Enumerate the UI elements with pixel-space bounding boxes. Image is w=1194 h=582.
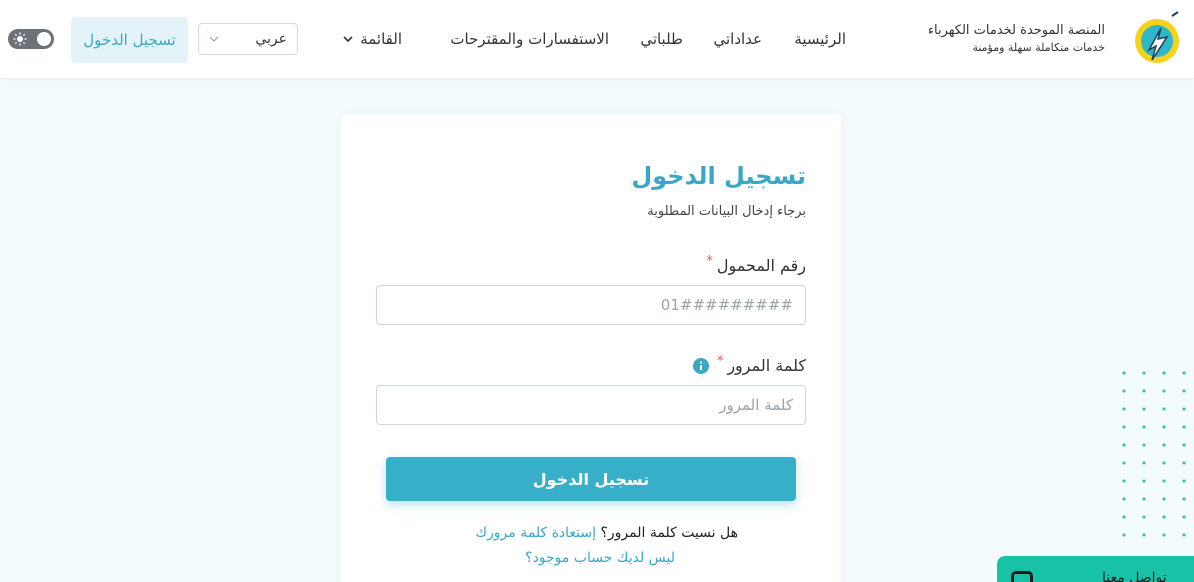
pattern-dot bbox=[1122, 425, 1126, 429]
pattern-dot bbox=[1122, 479, 1126, 483]
pattern-dot bbox=[1162, 515, 1166, 519]
chevron-down-icon bbox=[343, 36, 353, 43]
nav-menu-label: القائمة bbox=[360, 30, 402, 48]
pattern-dot bbox=[1122, 389, 1126, 393]
pattern-dot bbox=[1182, 425, 1186, 429]
theme-toggle[interactable] bbox=[8, 29, 54, 49]
pattern-dot bbox=[1162, 533, 1166, 537]
pattern-dot bbox=[1182, 515, 1186, 519]
login-card: تسجيل الدخول برجاء إدخال البيانات المطلو… bbox=[341, 114, 841, 582]
password-label: كلمة المرور * bbox=[692, 354, 806, 375]
login-subtitle: برجاء إدخال البيانات المطلوبة bbox=[647, 204, 806, 219]
required-mark: * bbox=[716, 354, 724, 369]
nav-meters[interactable]: عداداتي bbox=[713, 30, 762, 48]
pattern-dot bbox=[1182, 533, 1186, 537]
pattern-dot bbox=[1182, 461, 1186, 465]
pattern-dot bbox=[1142, 461, 1146, 465]
pattern-dot bbox=[1182, 443, 1186, 447]
pattern-dot bbox=[1162, 443, 1166, 447]
password-input[interactable] bbox=[376, 385, 806, 425]
language-value: عربي bbox=[255, 31, 287, 47]
chevron-down-icon bbox=[209, 36, 219, 42]
pattern-dot bbox=[1122, 461, 1126, 465]
language-select[interactable]: عربي bbox=[198, 23, 298, 55]
pattern-dot bbox=[1142, 425, 1146, 429]
phone-input[interactable] bbox=[376, 285, 806, 325]
nav-orders[interactable]: طلباتي bbox=[640, 30, 683, 48]
no-account-link[interactable]: ليس لديك حساب موجود؟ bbox=[525, 550, 675, 566]
submit-login-button[interactable]: تسجيل الدخول bbox=[386, 457, 796, 501]
phone-label: رقم المحمول * bbox=[706, 254, 806, 275]
pattern-dot bbox=[1182, 389, 1186, 393]
sun-icon bbox=[13, 32, 27, 46]
pattern-dot bbox=[1122, 407, 1126, 411]
pattern-dot bbox=[1142, 515, 1146, 519]
page: المنصة الموحدة لخدمات الكهرباء خدمات متك… bbox=[0, 0, 1194, 582]
nav-inquiries[interactable]: الاستفسارات والمقترحات bbox=[450, 30, 609, 48]
pattern-dot bbox=[1142, 443, 1146, 447]
pattern-dot bbox=[1182, 371, 1186, 375]
pattern-dot bbox=[1142, 497, 1146, 501]
phone-label-text: رقم المحمول bbox=[716, 256, 806, 275]
pattern-dot bbox=[1162, 497, 1166, 501]
header-login-button[interactable]: تسجيل الدخول bbox=[71, 17, 188, 63]
chat-label: تواصل معنا bbox=[1102, 570, 1167, 582]
nav-menu-dropdown[interactable]: القائمة bbox=[342, 30, 402, 48]
pattern-dot bbox=[1182, 497, 1186, 501]
top-header: المنصة الموحدة لخدمات الكهرباء خدمات متك… bbox=[0, 0, 1194, 79]
nav-home[interactable]: الرئيسية bbox=[794, 30, 846, 48]
brand-title: المنصة الموحدة لخدمات الكهرباء bbox=[927, 23, 1105, 38]
login-title: تسجيل الدخول bbox=[631, 162, 806, 190]
forgot-password-row: هل نسيت كلمة المرور؟ إستعادة كلمة مرورك bbox=[475, 525, 738, 541]
recover-password-link[interactable]: إستعادة كلمة مرورك bbox=[475, 525, 596, 541]
pattern-dot bbox=[1142, 389, 1146, 393]
pattern-dot bbox=[1162, 425, 1166, 429]
pattern-dot bbox=[1122, 497, 1126, 501]
pattern-dot bbox=[1122, 443, 1126, 447]
pattern-dot bbox=[1142, 407, 1146, 411]
pattern-dot bbox=[1162, 389, 1166, 393]
chat-widget[interactable]: تواصل معنا bbox=[997, 556, 1194, 582]
dot-pattern bbox=[1122, 371, 1186, 537]
pattern-dot bbox=[1162, 461, 1166, 465]
password-label-text: كلمة المرور bbox=[727, 356, 806, 375]
required-mark: * bbox=[706, 254, 713, 269]
brand: المنصة الموحدة لخدمات الكهرباء خدمات متك… bbox=[928, 22, 1105, 56]
brand-subtitle: خدمات متكاملة سهلة ومؤمنة bbox=[972, 41, 1105, 54]
toggle-knob bbox=[37, 32, 51, 46]
pattern-dot bbox=[1142, 533, 1146, 537]
pattern-dot bbox=[1142, 479, 1146, 483]
pattern-dot bbox=[1182, 479, 1186, 483]
chat-icon bbox=[1011, 571, 1033, 582]
pattern-dot bbox=[1162, 479, 1166, 483]
pattern-dot bbox=[1162, 407, 1166, 411]
pattern-dot bbox=[1122, 515, 1126, 519]
pattern-dot bbox=[1162, 371, 1166, 375]
forgot-question: هل نسيت كلمة المرور؟ bbox=[600, 525, 738, 541]
pattern-dot bbox=[1122, 533, 1126, 537]
info-icon[interactable] bbox=[692, 357, 709, 374]
pattern-dot bbox=[1182, 407, 1186, 411]
pattern-dot bbox=[1122, 371, 1126, 375]
logo-icon[interactable] bbox=[1128, 10, 1186, 68]
pattern-dot bbox=[1142, 371, 1146, 375]
